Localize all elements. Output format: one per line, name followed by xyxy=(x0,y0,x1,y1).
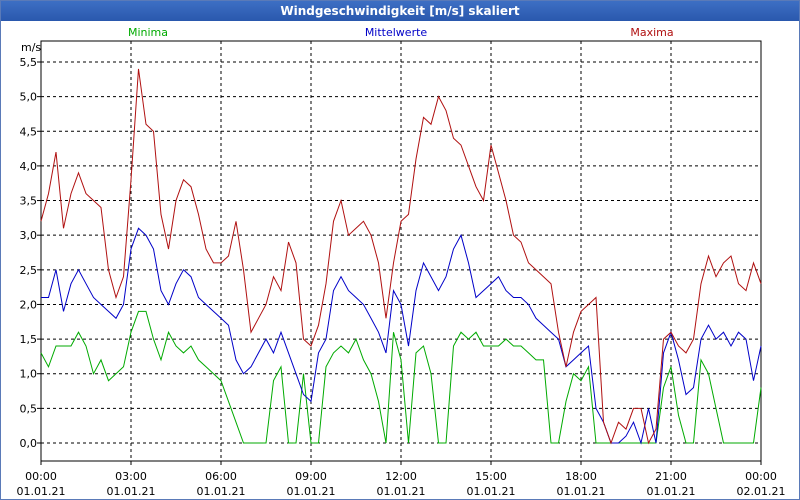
y-tick-label: 1,0 xyxy=(20,368,38,381)
y-tick-label: 1,5 xyxy=(20,333,38,346)
x-tick-date: 01.01.21 xyxy=(647,485,696,498)
y-tick-label: 4,0 xyxy=(20,160,38,173)
x-tick-time: 06:00 xyxy=(205,470,237,483)
x-tick-time: 15:00 xyxy=(475,470,507,483)
wind-speed-chart: 0,0 0,5 1,0 1,5 2,0 2,5 3,0 3,5 4,0 4,5 5,0 5,5 m/s 0… xyxy=(17,26,786,498)
y-tick-label: 5,5 xyxy=(20,56,38,69)
x-tick-date: 01.01.21 xyxy=(557,485,606,498)
x-tick-date: 01.01.21 xyxy=(377,485,426,498)
x-tick-time: 09:00 xyxy=(295,470,327,483)
x-tick-date: 01.01.21 xyxy=(287,485,336,498)
y-tick-label: 2,0 xyxy=(20,298,38,311)
x-tick-date: 01.01.21 xyxy=(17,485,66,498)
y-axis-unit: m/s xyxy=(21,41,41,54)
y-tick-label: 4,5 xyxy=(20,125,38,138)
chart-window: Windgeschwindigkeit [m/s] skaliert 0,0 0,… xyxy=(0,0,800,500)
x-tick-date: 01.01.21 xyxy=(467,485,516,498)
x-tick-time: 00:00 xyxy=(745,470,777,483)
y-tick-label: 0,0 xyxy=(20,437,38,450)
x-tick-date: 01.01.21 xyxy=(197,485,246,498)
legend-maxima: Maxima xyxy=(630,26,673,39)
x-tick-date: 02.01.21 xyxy=(737,485,786,498)
x-tick-time: 12:00 xyxy=(385,470,417,483)
x-tick-time: 18:00 xyxy=(565,470,597,483)
legend-minima: Minima xyxy=(128,26,168,39)
y-tick-label: 0,5 xyxy=(20,402,38,415)
x-tick-time: 00:00 xyxy=(25,470,57,483)
legend-mittelwerte: Mittelwerte xyxy=(365,26,428,39)
x-tick-date: 01.01.21 xyxy=(107,485,156,498)
x-tick-time: 21:00 xyxy=(655,470,687,483)
x-tick-time: 03:00 xyxy=(115,470,147,483)
y-tick-label: 3,5 xyxy=(20,195,38,208)
y-tick-label: 2,5 xyxy=(20,264,38,277)
y-tick-label: 3,0 xyxy=(20,229,38,242)
y-tick-label: 5,0 xyxy=(20,91,38,104)
